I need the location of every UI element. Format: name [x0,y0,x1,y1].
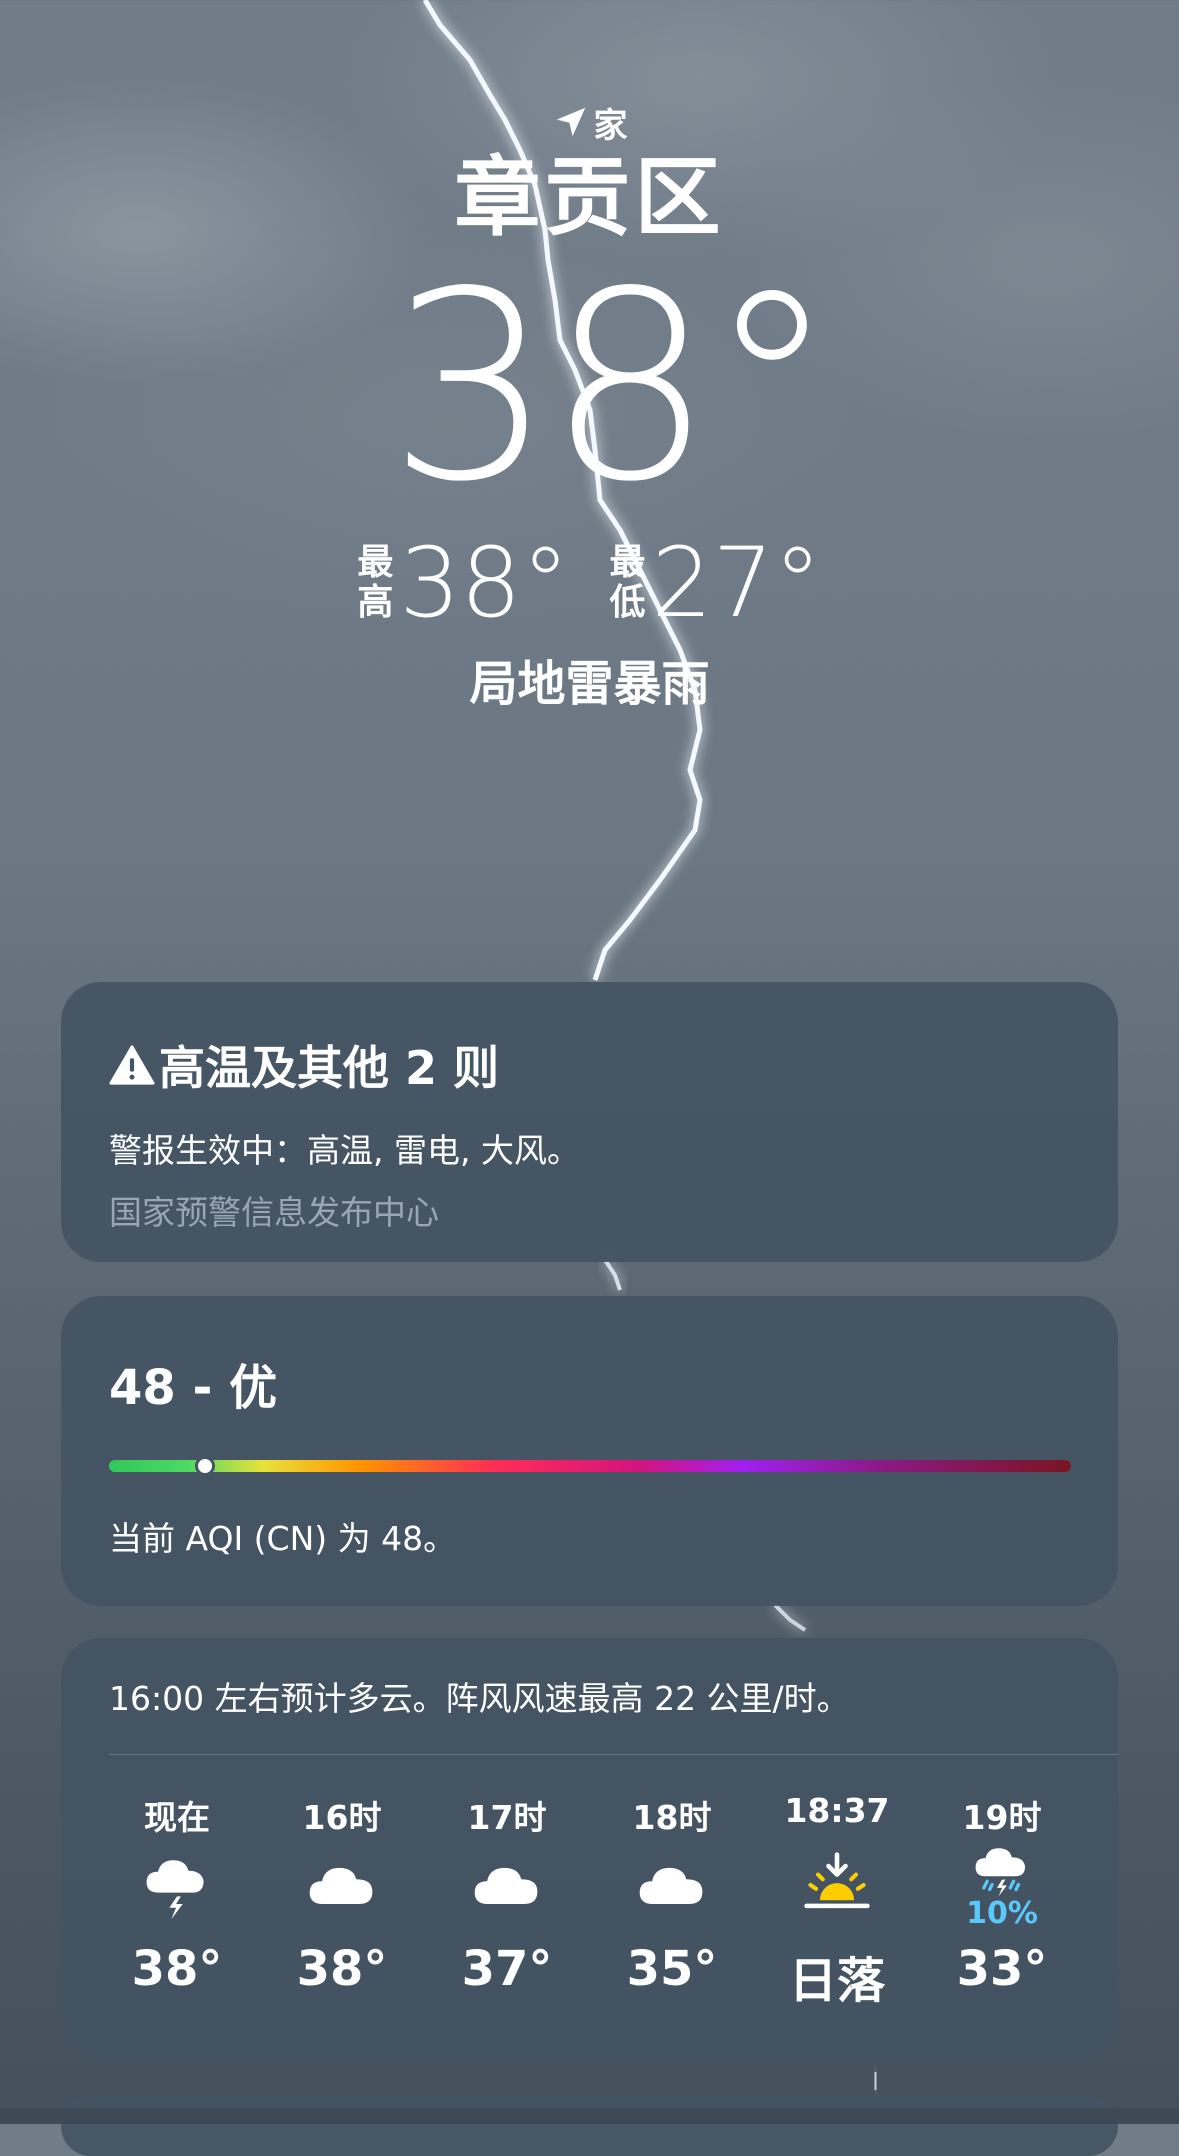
aqi-scale-bar [109,1456,1071,1476]
cloud-icon [634,1835,710,1935]
weather-condition: 局地雷暴雨 [469,656,710,712]
location-arrow-icon [556,107,585,137]
high-label: 最 高 [357,543,393,623]
hour-temperature: 37° [461,1941,553,1997]
low-label-top: 最 [609,542,646,583]
hour-label: 19时 [962,1798,1042,1837]
weather-alert-card[interactable]: 高温及其他 2 则 警报生效中：高温, 雷电, 大风。 国家预警信息发布中心 [61,982,1118,1262]
high-low-row: 最 高 38° 最 低 27° [0,527,1179,639]
current-temperature: 38° [388,237,837,539]
low-label: 最 低 [610,543,646,623]
hour-item: 19时 10% 33° [922,1791,1082,2011]
alert-description: 警报生效中：高温, 雷电, 大风。 [109,1131,580,1170]
hourly-summary: 16:00 左右预计多云。阵风风速最高 22 公里/时。 [109,1679,850,1718]
hour-item: 17时 37° [427,1791,587,2011]
low-temperature: 最 低 27° [610,527,822,639]
hour-label: 17时 [467,1798,547,1837]
high-label-bottom: 高 [357,582,394,623]
low-label-bottom: 低 [609,582,646,623]
location-label: 家 [593,105,628,146]
location-row[interactable]: 家 [0,100,1179,146]
high-temperature: 最 高 38° [357,527,569,639]
hour-label: 18:37 [784,1791,890,1830]
precipitation-chance: 10% [966,1895,1038,1931]
hourly-list[interactable]: 现在 38° 16时 38° 17时 37° 18时 35° 18:37 日落 … [61,1755,1118,2011]
warning-triangle-icon [109,1045,155,1085]
sunset-icon [799,1835,875,1935]
high-label-top: 最 [357,542,394,583]
thunderstorm-cloud-icon [139,1835,215,1935]
hour-item: 现在 38° [97,1791,257,2011]
hour-temperature: 日落 [788,1953,885,2009]
alert-title: 高温及其他 2 则 [159,1041,500,1095]
hour-temperature: 35° [626,1941,718,1997]
alert-title-row: 高温及其他 2 则 [109,1032,1070,1098]
hour-label: 16时 [302,1798,382,1837]
hour-temperature: 38° [131,1941,223,1997]
hour-item: 16时 38° [262,1791,422,2011]
aqi-description: 当前 AQI (CN) 为 48。 [109,1519,457,1558]
high-value: 38° [399,527,570,639]
next-card-peek [61,2096,1118,2156]
city-name: 章贡区 [454,148,725,248]
cloud-icon [469,1835,545,1935]
alert-source: 国家预警信息发布中心 [109,1193,439,1232]
cloud-icon [304,1835,380,1935]
hour-temperature: 38° [296,1941,388,1997]
hour-item: 18时 35° [592,1791,752,2011]
bottom-toolbar [0,2108,1179,2124]
hour-temperature: 33° [956,1941,1048,1997]
thunderstorm-rain-icon: 10% [966,1835,1038,1935]
hour-label: 18时 [632,1798,712,1837]
aqi-indicator-dot [195,1456,216,1476]
low-value: 27° [651,527,822,639]
hourly-forecast-card[interactable]: 16:00 左右预计多云。阵风风速最高 22 公里/时。 现在 38° 16时 … [61,1638,1118,2062]
hour-label: 现在 [144,1798,210,1837]
air-quality-card[interactable]: 48 - 优 当前 AQI (CN) 为 48。 [61,1296,1118,1606]
hour-item: 18:37 日落 [757,1791,917,2011]
aqi-title: 48 - 优 [109,1360,278,1416]
current-weather-header: 家 章贡区 38° 最 高 38° 最 低 27° 局地雷暴雨 [0,100,1179,714]
